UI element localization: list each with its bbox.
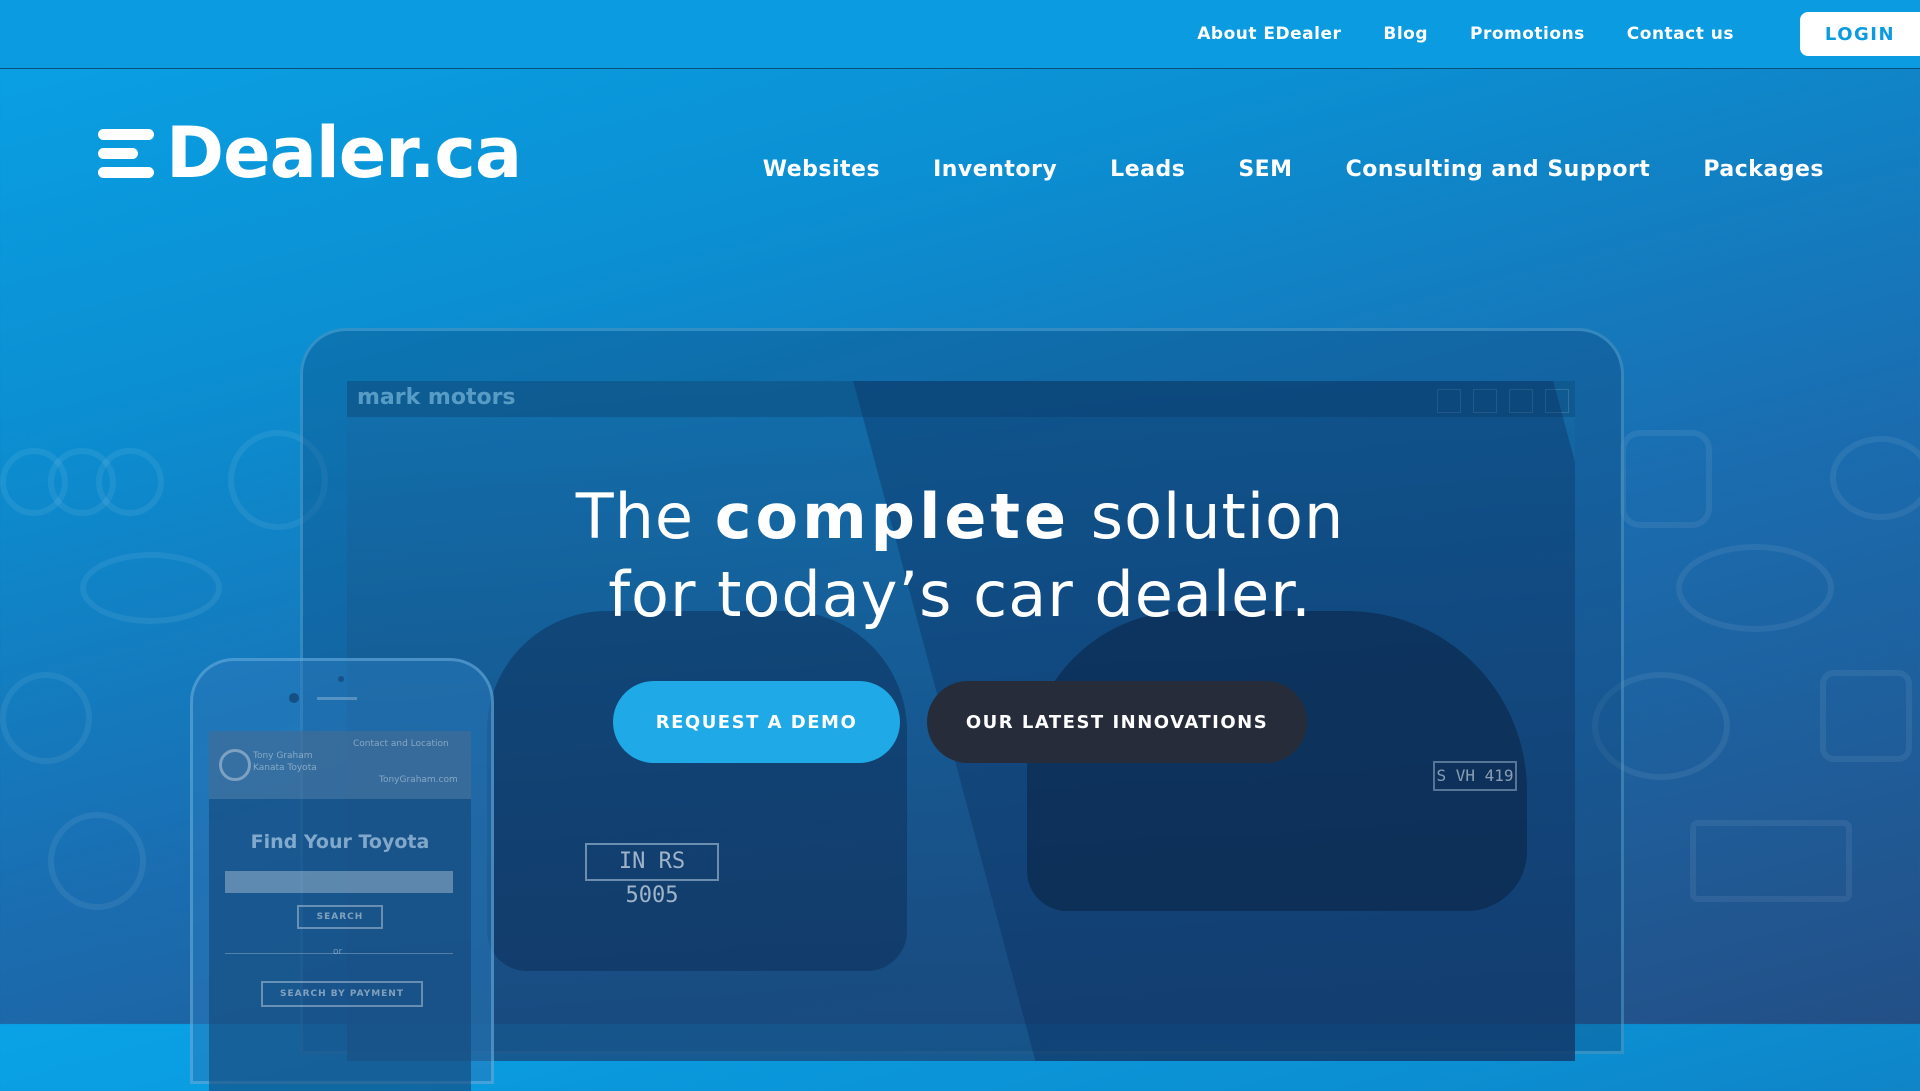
nav-sem[interactable]: SEM <box>1238 157 1292 182</box>
phone-dealer-name: Tony Graham <box>253 751 313 761</box>
hero-line2: for today’s car dealer. <box>608 558 1312 631</box>
nav-websites[interactable]: Websites <box>763 157 880 182</box>
nav-consulting-and-support[interactable]: Consulting and Support <box>1346 157 1651 182</box>
phone-find-heading: Find Your Toyota <box>250 831 430 853</box>
phone-search-by-payment-button: SEARCH BY PAYMENT <box>261 981 423 1007</box>
hero-line1-pre: The <box>575 480 715 553</box>
mazda-logo-icon <box>0 672 92 764</box>
phone-dealer-subname: Kanata Toyota <box>253 763 317 773</box>
mockup-car-audi <box>487 611 907 971</box>
request-demo-button[interactable]: REQUEST A DEMO <box>613 681 900 763</box>
phone-mockup: Tony Graham Kanata Toyota Contact and Lo… <box>190 658 494 1091</box>
phone-screen: Tony Graham Kanata Toyota Contact and Lo… <box>209 731 471 1091</box>
phone-contact-link: Contact and Location <box>353 739 449 749</box>
main-nav: Websites Inventory Leads SEM Consulting … <box>710 157 1824 182</box>
phone-sensor <box>338 676 344 682</box>
nav-packages[interactable]: Packages <box>1703 157 1824 182</box>
mockup-site-name: mark motors <box>357 385 516 410</box>
phone-or-text: or <box>333 947 343 957</box>
hero-line1-post: solution <box>1070 480 1345 553</box>
nav-promotions[interactable]: Promotions <box>1470 24 1585 44</box>
login-button[interactable]: LOGIN <box>1800 12 1920 56</box>
edealer-e-icon <box>98 125 154 181</box>
ram-logo-icon <box>1820 670 1912 762</box>
top-utility-bar: About EDealer Blog Promotions Contact us… <box>0 0 1920 69</box>
phone-search-button: SEARCH <box>297 905 383 929</box>
nav-about-edealer[interactable]: About EDealer <box>1197 24 1341 44</box>
nav-inventory[interactable]: Inventory <box>933 157 1057 182</box>
mockup-license-plate: S VH 419 <box>1433 761 1517 791</box>
hero-line1-bold: complete <box>714 480 1071 553</box>
nav-blog[interactable]: Blog <box>1383 24 1428 44</box>
cadillac-logo-icon <box>1690 820 1852 902</box>
nav-contact-us[interactable]: Contact us <box>1627 24 1734 44</box>
top-nav: About EDealer Blog Promotions Contact us… <box>1197 0 1920 68</box>
mockup-license-plate: IN RS 5005 <box>585 843 719 908</box>
phone-camera <box>289 693 299 703</box>
vw-logo-icon <box>48 812 146 910</box>
hero-headline: The complete solution for today’s car de… <box>0 478 1920 634</box>
dealer-logo-icon <box>219 749 251 781</box>
phone-speaker <box>317 697 357 700</box>
phone-search-input <box>225 871 453 893</box>
logo-text: Dealer.ca <box>166 112 522 194</box>
phone-site-url: TonyGraham.com <box>379 775 458 785</box>
nav-leads[interactable]: Leads <box>1110 157 1185 182</box>
edealer-logo[interactable]: Dealer.ca <box>98 112 522 194</box>
latest-innovations-button[interactable]: OUR LATEST INNOVATIONS <box>927 681 1307 763</box>
